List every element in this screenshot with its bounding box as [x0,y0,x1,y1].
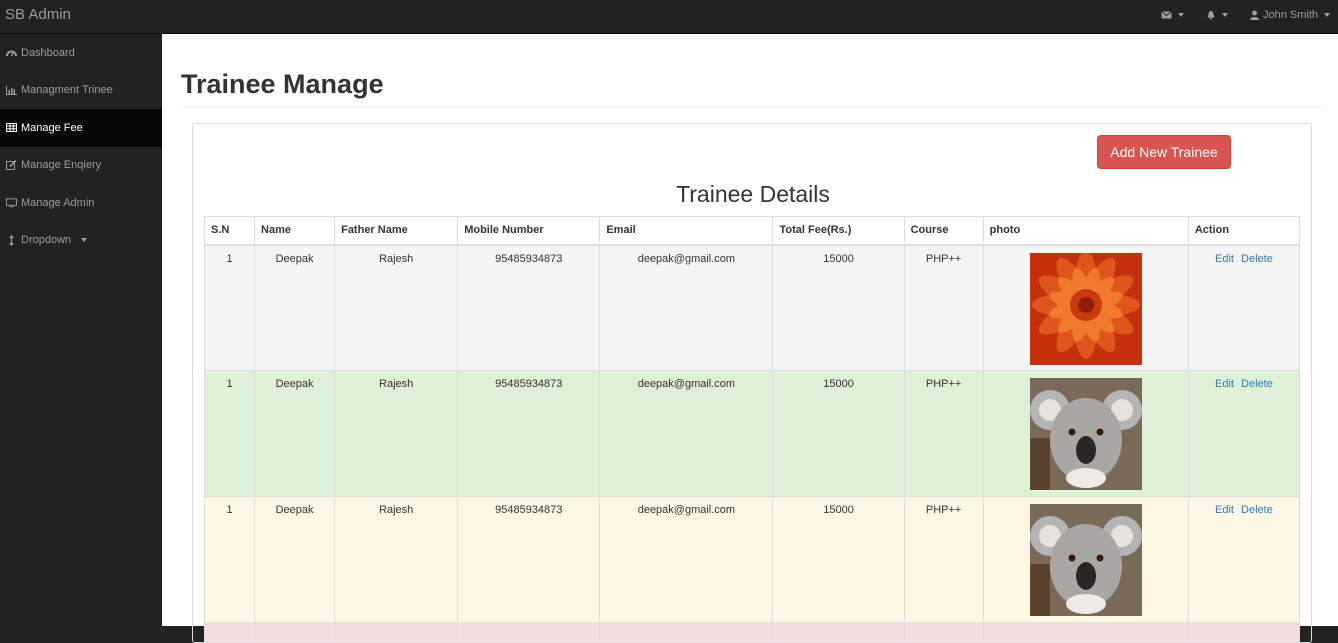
sidebar-item-manage-fee[interactable]: Manage Fee [0,109,162,147]
table-row: 1 Deepak Rajesh 95485934873 deepak@gmail… [203,496,1301,623]
arrows-v-icon [6,234,17,246]
user-dropdown[interactable]: John Smith [1249,9,1330,21]
chevron-down-icon [1177,13,1184,17]
cell-name: Deepak [254,370,336,497]
cell-sn: 1 [203,496,256,623]
title-divider [181,107,1325,108]
edit-link[interactable]: Edit [1215,253,1234,265]
header-name: Name [254,216,336,246]
cell-course: PHP++ [903,370,984,497]
cell-name: Deepak [254,496,336,623]
cell-father-name: Rajesh [334,496,459,623]
flower-image [1029,252,1142,365]
cell-father-name: Rajesh [334,244,459,371]
bell-icon [1207,11,1215,20]
edit-link[interactable]: Edit [1215,504,1234,516]
sidebar-item-manage-enqiery[interactable]: Manage Enqiery [0,147,162,185]
cell-actions: Edit Delete [1187,244,1301,371]
cell-fee: 15000 [772,496,905,623]
table-row: 1 Deepak Rajesh 95485934873 deepak@gmail… [203,370,1301,497]
bar-chart-icon [6,85,17,96]
table-icon [6,122,17,133]
cell-sn: 1 [203,244,256,371]
sidebar-item-label: Dashboard [21,46,75,59]
page-title: Trainee Manage [181,69,384,99]
header-sn: S.N [203,216,256,246]
alerts-dropdown[interactable] [1206,10,1228,20]
trainee-panel: Add New Trainee Trainee Details S.N Name… [192,123,1312,643]
header-course: Course [903,216,984,246]
sidebar-item-dashboard[interactable]: Dashboard [0,34,162,72]
top-navbar: SB Admin John Smith [0,0,1338,34]
table-row: 1 Deepak Rajesh 95485934873 deepak@gmail… [203,244,1301,371]
cell-photo [982,496,1189,623]
dashboard-icon [6,47,17,58]
edit-link[interactable]: Edit [1215,378,1234,390]
delete-link[interactable]: Delete [1241,253,1273,265]
user-icon [1249,10,1259,20]
cell-mobile: 95485934873 [457,244,601,371]
chevron-down-icon [1221,13,1228,17]
cell-sn: 1 [203,370,256,497]
cell-fee: 15000 [772,370,905,497]
top-nav-right: John Smith [1161,9,1330,21]
cell-mobile: 95485934873 [457,370,601,497]
cell-course: PHP++ [903,244,984,371]
koala-image [1029,378,1142,490]
header-father-name: Father Name [334,216,459,246]
cell-actions: Edit Delete [1187,370,1301,497]
header-email: Email [599,216,774,246]
cell-photo [982,244,1189,371]
envelope-icon [1161,11,1172,19]
main-content: Trainee Manage Add New Trainee Trainee D… [162,34,1338,643]
user-name: John Smith [1262,9,1318,21]
add-new-trainee-button[interactable]: Add New Trainee [1097,135,1231,169]
cell-name: Deepak [254,244,336,371]
cell-course: PHP++ [903,496,984,623]
delete-link[interactable]: Delete [1241,504,1273,516]
sidebar-item-label: Managment Trinee [21,84,113,97]
sidebar: Dashboard Managment Trinee Manage Fee Ma… [0,34,162,626]
messages-dropdown[interactable] [1161,11,1184,19]
cell-email: deepak@gmail.com [599,370,774,497]
sidebar-item-label: Manage Admin [21,196,95,209]
sidebar-item-label: Manage Enqiery [21,159,102,172]
cell-email: deepak@gmail.com [599,496,774,623]
cell-fee: 15000 [772,244,905,371]
cell-actions: Edit Delete [1187,496,1301,623]
sidebar-item-label: Manage Fee [21,121,83,134]
chevron-down-icon [1324,13,1330,17]
koala-image [1029,504,1142,616]
cell-photo [982,370,1189,497]
header-total-fee: Total Fee(Rs.) [772,216,905,246]
sidebar-item-manage-admin[interactable]: Manage Admin [0,184,162,222]
sidebar-item-dropdown[interactable]: Dropdown [0,222,162,260]
cell-mobile: 95485934873 [457,496,601,623]
desktop-icon [6,197,17,208]
header-action: Action [1187,216,1301,246]
chevron-down-icon [81,238,88,243]
table-title: Trainee Details [676,181,830,207]
edit-icon [6,160,17,171]
cell-father-name: Rajesh [334,370,459,497]
delete-link[interactable]: Delete [1241,378,1273,390]
sidebar-item-label: Dropdown [21,234,72,247]
sidebar-item-managment-trinee[interactable]: Managment Trinee [0,72,162,110]
header-mobile: Mobile Number [457,216,601,246]
table-header-row: S.N Name Father Name Mobile Number Email… [203,216,1301,246]
trainee-table: S.N Name Father Name Mobile Number Email… [203,216,1301,643]
brand-link[interactable]: SB Admin [5,6,71,23]
header-photo: photo [982,216,1189,246]
cell-email: deepak@gmail.com [599,244,774,371]
